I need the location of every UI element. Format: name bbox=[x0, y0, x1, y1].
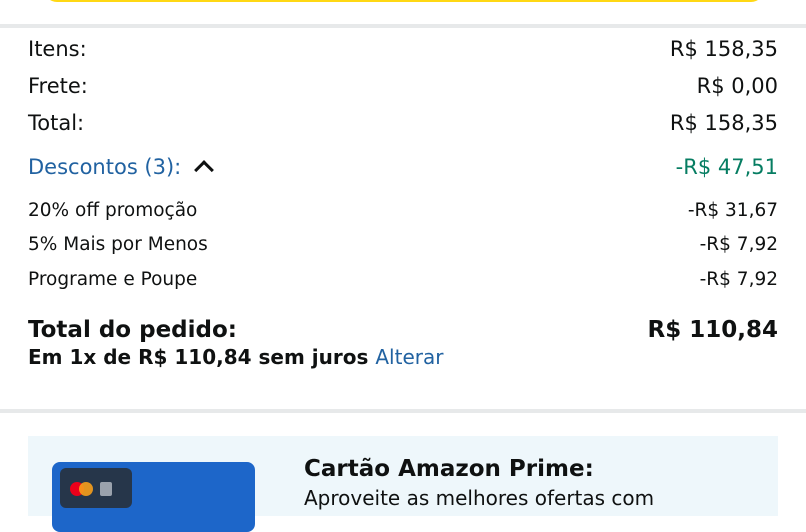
change-installments-link[interactable]: Alterar bbox=[375, 345, 443, 369]
items-label: Itens: bbox=[28, 36, 87, 61]
discounts-toggle[interactable]: Descontos (3): bbox=[28, 155, 215, 180]
card-chip bbox=[60, 468, 132, 508]
discount-item: 20% off promoção -R$ 31,67 bbox=[28, 193, 778, 228]
discounts-label: Descontos (3): bbox=[28, 155, 182, 179]
discounts-value: -R$ 47,51 bbox=[675, 155, 778, 179]
discount-value: -R$ 7,92 bbox=[699, 268, 778, 290]
discount-label: 5% Mais por Menos bbox=[28, 234, 208, 256]
items-value: R$ 158,35 bbox=[669, 36, 778, 61]
discount-item: Programe e Poupe -R$ 7,92 bbox=[28, 262, 778, 297]
total-label: Total: bbox=[28, 110, 85, 135]
chevron-up-icon[interactable] bbox=[194, 160, 215, 180]
credit-card-image bbox=[52, 462, 255, 532]
order-total-label: Total do pedido: bbox=[28, 316, 237, 343]
promo-text: Aproveite as melhores ofertas com bbox=[304, 486, 655, 510]
top-area bbox=[0, 0, 806, 26]
discount-item: 5% Mais por Menos -R$ 7,92 bbox=[28, 228, 778, 263]
discount-label: Programe e Poupe bbox=[28, 268, 198, 290]
installments-text: Em 1x de R$ 110,84 sem juros bbox=[28, 344, 369, 369]
mastercard-logo-icon bbox=[79, 482, 93, 496]
place-order-button[interactable] bbox=[44, 0, 764, 2]
divider-bottom bbox=[0, 409, 806, 413]
shipping-label: Frete: bbox=[28, 73, 88, 98]
order-total-value: R$ 110,84 bbox=[647, 316, 778, 343]
discount-value: -R$ 31,67 bbox=[687, 199, 778, 221]
shipping-row: Frete: R$ 0,00 bbox=[28, 67, 778, 104]
promo-title: Cartão Amazon Prime: bbox=[304, 456, 594, 482]
discount-label: 20% off promoção bbox=[28, 199, 198, 221]
items-row: Itens: R$ 158,35 bbox=[28, 30, 778, 67]
discounts-row: Descontos (3): -R$ 47,51 bbox=[28, 149, 778, 185]
discounts-list: 20% off promoção -R$ 31,67 5% Mais por M… bbox=[28, 193, 778, 297]
total-value: R$ 158,35 bbox=[669, 110, 778, 135]
total-row: Total: R$ 158,35 bbox=[28, 104, 778, 141]
prime-card-promo[interactable]: Cartão Amazon Prime: Aproveite as melhor… bbox=[28, 436, 778, 532]
installments-line: Em 1x de R$ 110,84 sem juros Alterar bbox=[28, 345, 778, 369]
divider-top bbox=[0, 24, 806, 28]
discount-value: -R$ 7,92 bbox=[699, 234, 778, 256]
shipping-value: R$ 0,00 bbox=[696, 73, 778, 98]
order-total-row: Total do pedido: R$ 110,84 bbox=[28, 309, 778, 343]
chip-icon bbox=[100, 482, 112, 496]
order-summary: Itens: R$ 158,35 Frete: R$ 0,00 Total: R… bbox=[28, 30, 778, 369]
